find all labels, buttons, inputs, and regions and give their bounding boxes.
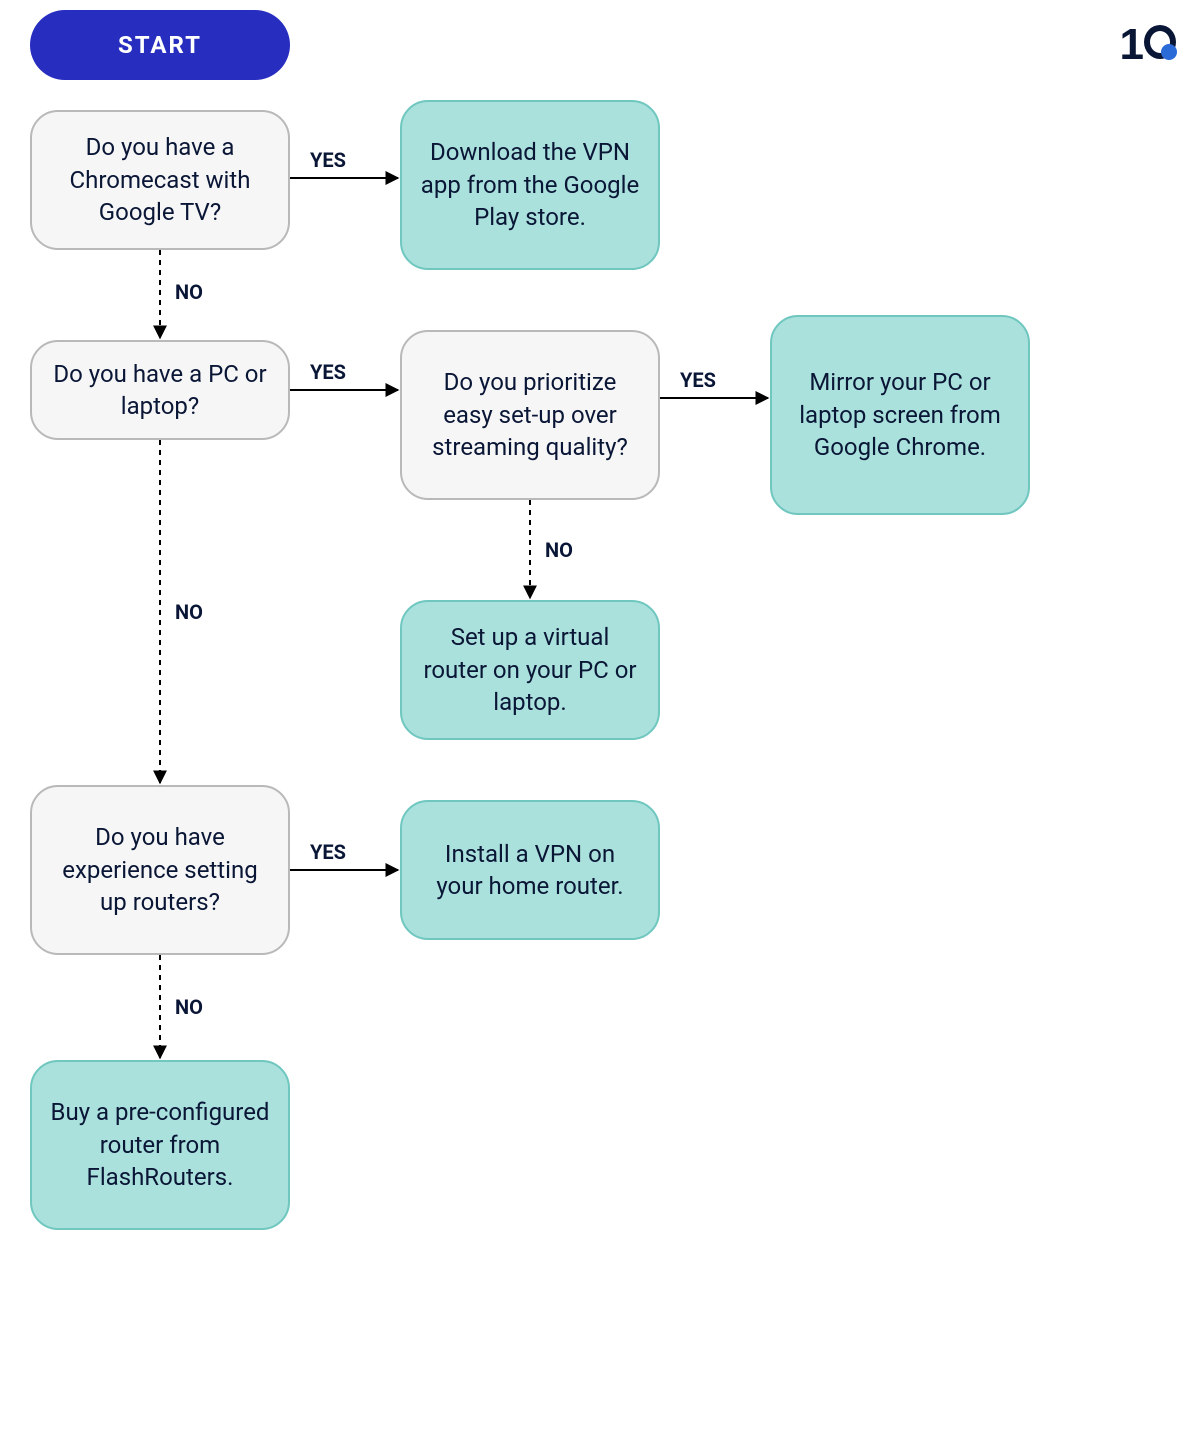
flowchart-canvas: 1 START Do you have a Chromecast with Go… — [0, 0, 1200, 1446]
start-node: START — [30, 10, 290, 80]
question-chromecast: Do you have a Chromecast with Google TV? — [30, 110, 290, 250]
edge-label-q2-yes: YES — [310, 360, 346, 384]
answer-download-vpn-app: Download the VPN app from the Google Pla… — [400, 100, 660, 270]
edge-label-q4-yes: YES — [310, 840, 346, 864]
logo-digit-one: 1 — [1120, 20, 1142, 70]
edge-label-q4-no: NO — [175, 995, 203, 1019]
answer-install-vpn-router: Install a VPN on your home router. — [400, 800, 660, 940]
brand-logo: 1 — [1120, 20, 1176, 70]
question-easy-setup: Do you prioritize easy set-up over strea… — [400, 330, 660, 500]
edge-label-q2-no: NO — [175, 600, 203, 624]
answer-virtual-router: Set up a virtual router on your PC or la… — [400, 600, 660, 740]
edge-label-q1-yes: YES — [310, 148, 346, 172]
edge-label-q3-yes: YES — [680, 368, 716, 392]
question-router-experience: Do you have experience setting up router… — [30, 785, 290, 955]
edge-label-q3-no: NO — [545, 538, 573, 562]
question-pc-laptop: Do you have a PC or laptop? — [30, 340, 290, 440]
logo-zero-icon — [1144, 25, 1176, 59]
edge-label-q1-no: NO — [175, 280, 203, 304]
answer-mirror-screen: Mirror your PC or laptop screen from Goo… — [770, 315, 1030, 515]
answer-buy-flashrouters: Buy a pre-configured router from FlashRo… — [30, 1060, 290, 1230]
